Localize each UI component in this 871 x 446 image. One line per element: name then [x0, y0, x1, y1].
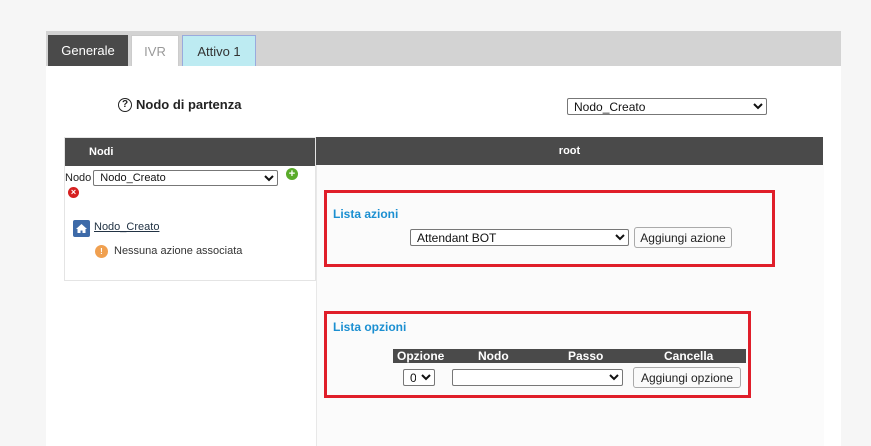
- tab-bar: Generale IVR Attivo 1: [46, 31, 841, 66]
- col-cancella: Cancella: [664, 349, 714, 363]
- tree-node-link[interactable]: Nodo_Creato: [94, 221, 159, 233]
- actions-title: Lista azioni: [333, 207, 399, 221]
- col-passo: Passo: [568, 349, 604, 363]
- action-select[interactable]: Attendant BOT: [410, 229, 629, 246]
- col-opzione: Opzione: [397, 349, 445, 363]
- tab-attivo-1[interactable]: Attivo 1: [182, 35, 256, 66]
- tab-ivr[interactable]: IVR: [131, 35, 179, 66]
- tab-generale[interactable]: Generale: [48, 35, 128, 66]
- delete-node-icon[interactable]: ×: [68, 187, 79, 198]
- nodes-header: Nodi: [65, 138, 315, 166]
- start-node-select[interactable]: Nodo_Creato: [567, 98, 767, 115]
- options-table-header: Opzione Nodo Passo Cancella: [393, 349, 746, 363]
- nodo-label: Nodo: [65, 172, 92, 184]
- nodo-select[interactable]: Nodo_Creato: [93, 170, 279, 186]
- options-title: Lista opzioni: [333, 320, 407, 334]
- nodes-panel: Nodi Nodo Nodo_Creato + × Nodo_Creato ! …: [64, 137, 316, 281]
- col-nodo: Nodo: [478, 349, 509, 363]
- add-option-button[interactable]: Aggiungi opzione: [633, 367, 741, 388]
- nodo-row: Nodo Nodo_Creato: [65, 170, 279, 186]
- start-node-row: ? Nodo di partenza: [118, 97, 241, 112]
- add-action-button[interactable]: Aggiungi azione: [634, 227, 732, 248]
- start-node-label: Nodo di partenza: [136, 97, 242, 112]
- no-action-text: Nessuna azione associata: [114, 245, 243, 257]
- root-header: root: [316, 137, 823, 165]
- warning-icon: !: [95, 245, 108, 258]
- help-icon[interactable]: ?: [118, 97, 132, 112]
- option-node-select[interactable]: [452, 369, 623, 386]
- add-node-icon[interactable]: +: [286, 168, 298, 180]
- option-number-select[interactable]: 0: [403, 369, 435, 386]
- home-icon: [73, 220, 90, 237]
